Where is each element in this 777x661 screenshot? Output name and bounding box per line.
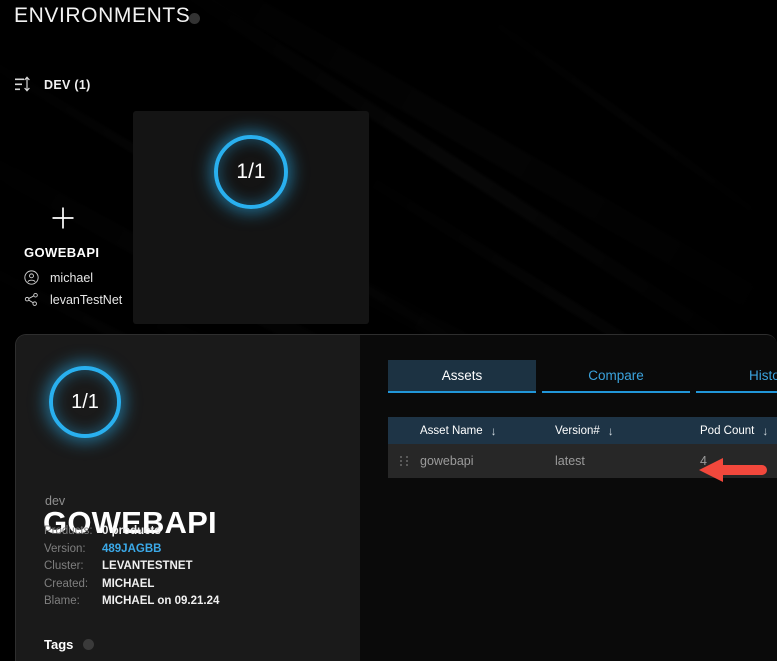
card-health-ring: 1/1 <box>133 135 369 209</box>
environment-group-row[interactable]: DEV (1) <box>14 76 91 93</box>
field-cluster: Cluster: LEVANTESTNET <box>44 560 193 572</box>
network-share-icon <box>24 292 39 307</box>
tags-count-dot <box>83 639 95 650</box>
header-status-dot <box>189 13 200 24</box>
version-link[interactable]: 489JAGBB <box>102 543 161 555</box>
app-root: ENVIRONMENTS DEV (1) 1/1 GOWEBAPI michae… <box>0 0 777 661</box>
detail-health-ring: 1/1 <box>49 366 121 438</box>
column-header-pod-count[interactable]: Pod Count ↓ <box>700 424 777 438</box>
plus-icon <box>50 205 76 231</box>
drag-handle-icon[interactable] <box>388 456 420 466</box>
column-header-asset-name[interactable]: Asset Name ↓ <box>420 424 555 438</box>
add-environment-button[interactable] <box>45 200 81 236</box>
detail-field-list: Products: 0 products Version: 489JAGBB C… <box>44 525 334 613</box>
group-label: DEV (1) <box>44 77 91 92</box>
tab-compare[interactable]: Compare <box>542 360 690 393</box>
environment-card-gowebapi[interactable]: 1/1 <box>133 111 369 324</box>
arrow-down-icon: ↓ <box>490 423 497 438</box>
column-header-version[interactable]: Version# ↓ <box>555 424 700 438</box>
card-cluster-label: levanTestNet <box>50 292 123 307</box>
page-title: ENVIRONMENTS <box>14 4 191 27</box>
card-ring-value: 1/1 <box>236 160 266 183</box>
tab-history[interactable]: History <box>696 360 777 393</box>
cell-asset-name: gowebapi <box>420 454 474 468</box>
arrow-left-annotation <box>697 455 769 485</box>
table-header-row: Asset Name ↓ Version# ↓ Pod Count ↓ <box>388 417 777 444</box>
field-blame: Blame: MICHAEL on 09.21.24 <box>44 595 220 607</box>
sort-lines-icon[interactable] <box>14 76 31 93</box>
arrow-down-icon: ↓ <box>762 423 769 438</box>
cell-version: latest <box>555 454 585 468</box>
tags-section[interactable]: Tags <box>44 637 95 652</box>
field-products: Products: 0 products <box>44 525 161 537</box>
card-owner-label: michael <box>50 270 94 285</box>
field-created: Created: MICHAEL <box>44 577 155 590</box>
tab-assets[interactable]: Assets <box>388 360 536 393</box>
detail-tabs: Assets Compare History <box>388 360 777 393</box>
card-title: GOWEBAPI <box>24 245 100 260</box>
detail-ring-value: 1/1 <box>71 390 99 413</box>
tags-label: Tags <box>44 637 74 652</box>
user-icon <box>24 270 39 285</box>
detail-content-area: Assets Compare History Asset Name ↓ Vers… <box>360 335 777 661</box>
card-owner-row: michael <box>24 270 93 285</box>
card-cluster-row: levanTestNet <box>24 292 122 307</box>
arrow-down-icon: ↓ <box>607 423 614 438</box>
field-version: Version: 489JAGBB <box>44 542 162 555</box>
